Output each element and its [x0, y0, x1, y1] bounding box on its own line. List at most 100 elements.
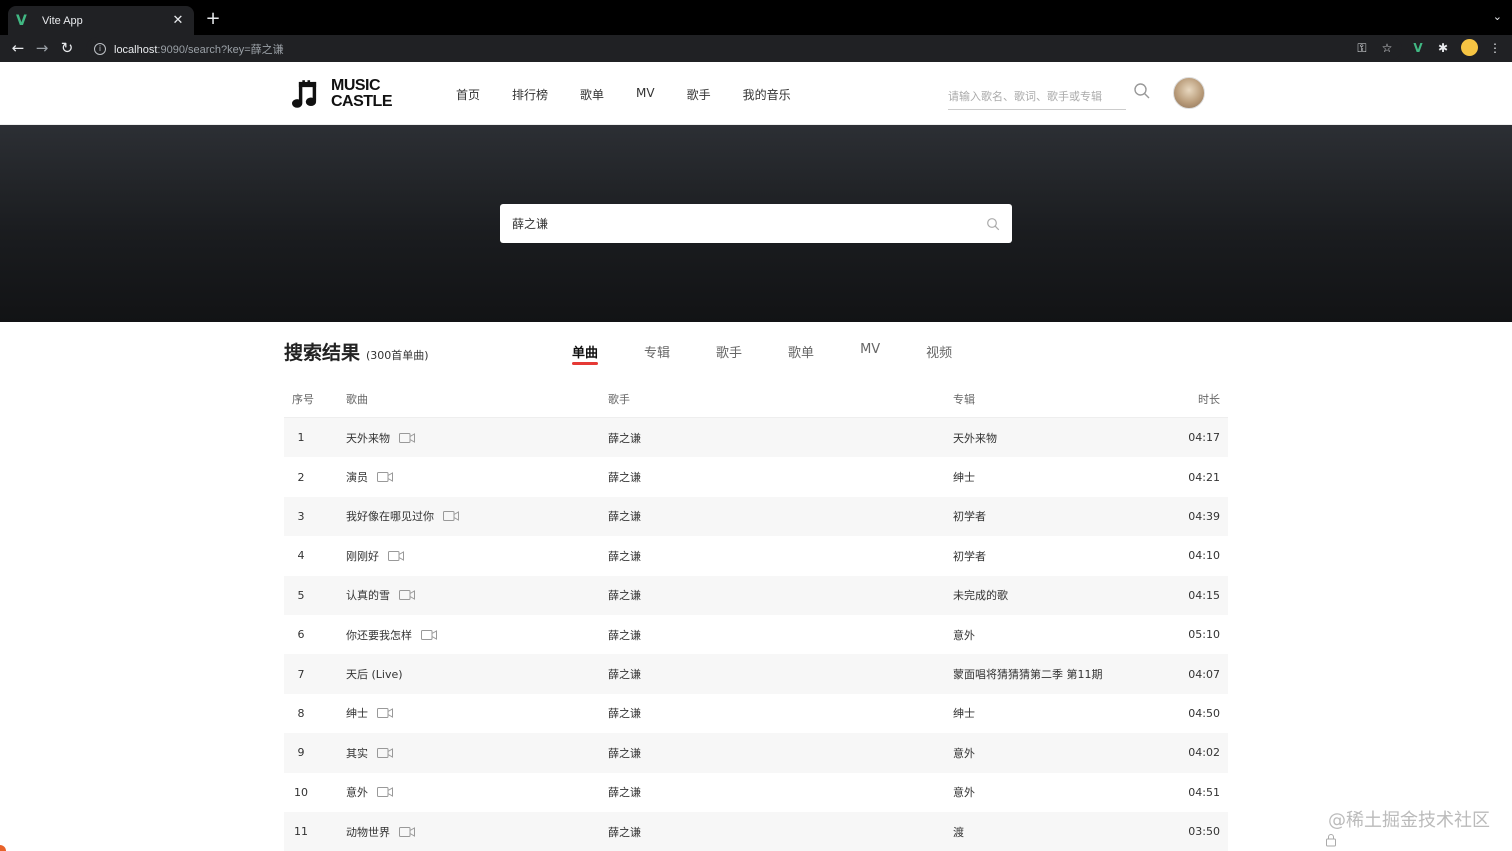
row-artist[interactable]: 薛之谦	[608, 745, 953, 761]
video-icon[interactable]	[443, 511, 459, 522]
address-bar[interactable]: i localhost:9090/search?key=薛之谦	[86, 37, 1402, 60]
row-album[interactable]: 意外	[953, 745, 1173, 761]
nav-item-playlists[interactable]: 歌单	[580, 86, 604, 103]
row-artist[interactable]: 薛之谦	[608, 627, 953, 643]
tab-singers[interactable]: 歌手	[716, 342, 742, 361]
row-song[interactable]: 天后 (Live)	[346, 666, 608, 682]
video-icon[interactable]	[377, 708, 393, 719]
row-artist[interactable]: 薛之谦	[608, 548, 953, 564]
row-song[interactable]: 天外来物	[346, 430, 608, 446]
new-tab-button[interactable]: +	[203, 9, 223, 29]
row-album[interactable]: 绅士	[953, 469, 1173, 485]
song-title[interactable]: 意外	[346, 784, 368, 800]
video-icon[interactable]	[388, 550, 404, 561]
video-icon[interactable]	[399, 432, 415, 443]
table-row[interactable]: 3 我好像在哪见过你 薛之谦 初学者 04:39	[284, 496, 1228, 537]
nav-item-my-music[interactable]: 我的音乐	[743, 86, 791, 103]
song-title[interactable]: 你还要我怎样	[346, 627, 412, 643]
search-icon[interactable]	[1133, 82, 1151, 100]
video-icon[interactable]	[421, 629, 437, 640]
table-row[interactable]: 7 天后 (Live) 薛之谦 蒙面唱将猜猜猜第二季 第11期 04:07	[284, 654, 1228, 694]
url-text[interactable]: localhost:9090/search?key=薛之谦	[114, 41, 284, 57]
video-icon[interactable]	[399, 826, 415, 837]
search-icon[interactable]	[986, 217, 1000, 231]
song-title[interactable]: 动物世界	[346, 824, 390, 840]
row-album[interactable]: 蒙面唱将猜猜猜第二季 第11期	[953, 666, 1173, 682]
browser-tab[interactable]: V Vite App ✕	[8, 6, 194, 35]
table-row[interactable]: 9 其实 薛之谦 意外 04:02	[284, 733, 1228, 773]
song-title[interactable]: 演员	[346, 469, 368, 485]
table-row[interactable]: 5 认真的雪 薛之谦 未完成的歌 04:15	[284, 575, 1228, 615]
row-song[interactable]: 认真的雪	[346, 587, 608, 603]
video-icon[interactable]	[377, 747, 393, 758]
table-row[interactable]: 6 你还要我怎样 薛之谦 意外 05:10	[284, 615, 1228, 654]
nav-item-home[interactable]: 首页	[456, 86, 480, 103]
row-song[interactable]: 刚刚好	[346, 548, 608, 564]
song-title[interactable]: 天后 (Live)	[346, 666, 403, 682]
row-song[interactable]: 演员	[346, 469, 608, 485]
logo[interactable]: MUSIC CASTLE	[292, 74, 393, 114]
song-title[interactable]: 认真的雪	[346, 587, 390, 603]
row-album[interactable]: 绅士	[953, 705, 1173, 721]
row-song[interactable]: 你还要我怎样	[346, 627, 608, 643]
row-artist[interactable]: 薛之谦	[608, 705, 953, 721]
puzzle-icon[interactable]: ✱	[1435, 40, 1451, 56]
video-icon[interactable]	[399, 590, 415, 601]
tab-mv[interactable]: MV	[860, 342, 880, 361]
row-song[interactable]: 动物世界	[346, 824, 608, 840]
chevron-down-icon[interactable]: ⌄	[1493, 10, 1502, 23]
table-row[interactable]: 10 意外 薛之谦 意外 04:51	[284, 773, 1228, 812]
close-icon[interactable]: ✕	[170, 13, 186, 28]
row-song[interactable]: 我好像在哪见过你	[346, 508, 608, 524]
row-song[interactable]: 意外	[346, 784, 608, 800]
video-icon[interactable]	[377, 787, 393, 798]
nav-item-mv[interactable]: MV	[636, 86, 655, 103]
row-album[interactable]: 天外来物	[953, 430, 1173, 446]
table-row[interactable]: 8 绅士 薛之谦 绅士 04:50	[284, 694, 1228, 733]
table-row[interactable]: 2 演员 薛之谦 绅士 04:21	[284, 457, 1228, 496]
reload-button[interactable]: ↻	[57, 39, 77, 57]
song-title[interactable]: 刚刚好	[346, 548, 379, 564]
profile-avatar[interactable]	[1461, 39, 1478, 56]
user-avatar[interactable]	[1173, 77, 1205, 109]
back-button[interactable]: ←	[8, 39, 28, 57]
song-title[interactable]: 绅士	[346, 705, 368, 721]
tab-albums[interactable]: 专辑	[644, 342, 670, 361]
search-value[interactable]: 薛之谦	[512, 215, 986, 232]
video-icon[interactable]	[377, 472, 393, 483]
forward-button[interactable]: →	[32, 39, 52, 57]
vue-devtools-icon[interactable]: V	[1410, 40, 1426, 56]
row-artist[interactable]: 薛之谦	[608, 824, 953, 840]
key-icon[interactable]: ⚿	[1354, 40, 1370, 56]
row-album[interactable]: 未完成的歌	[953, 587, 1173, 603]
table-row[interactable]: 4 刚刚好 薛之谦 初学者 04:10	[284, 536, 1228, 575]
row-artist[interactable]: 薛之谦	[608, 587, 953, 603]
row-artist[interactable]: 薛之谦	[608, 784, 953, 800]
row-artist[interactable]: 薛之谦	[608, 666, 953, 682]
nav-item-singers[interactable]: 歌手	[687, 86, 711, 103]
nav-item-charts[interactable]: 排行榜	[512, 86, 548, 103]
row-song[interactable]: 绅士	[346, 705, 608, 721]
row-album[interactable]: 初学者	[953, 548, 1173, 564]
row-album[interactable]: 初学者	[953, 508, 1173, 524]
row-artist[interactable]: 薛之谦	[608, 469, 953, 485]
row-album[interactable]: 意外	[953, 627, 1173, 643]
table-row[interactable]: 1 天外来物 薛之谦 天外来物 04:17	[284, 418, 1228, 458]
song-title[interactable]: 其实	[346, 745, 368, 761]
row-song[interactable]: 其实	[346, 745, 608, 761]
header-search-input[interactable]: 请输入歌名、歌词、歌手或专辑	[948, 82, 1126, 110]
menu-icon[interactable]: ⋮	[1487, 40, 1503, 56]
info-icon[interactable]: i	[94, 42, 106, 55]
song-title[interactable]: 我好像在哪见过你	[346, 508, 434, 524]
tab-videos[interactable]: 视频	[926, 342, 952, 361]
table-row[interactable]: 11 动物世界 薛之谦渡 03:50	[284, 811, 1228, 851]
song-title[interactable]: 天外来物	[346, 430, 390, 446]
tab-songs[interactable]: 单曲	[572, 342, 599, 365]
tab-playlists[interactable]: 歌单	[788, 342, 814, 361]
row-artist[interactable]: 薛之谦	[608, 508, 953, 524]
main-search-input[interactable]: 薛之谦	[500, 204, 1012, 243]
star-icon[interactable]: ☆	[1379, 40, 1395, 56]
row-album[interactable]: 渡	[953, 824, 1173, 840]
row-album[interactable]: 意外	[953, 784, 1173, 800]
row-artist[interactable]: 薛之谦	[608, 430, 953, 446]
